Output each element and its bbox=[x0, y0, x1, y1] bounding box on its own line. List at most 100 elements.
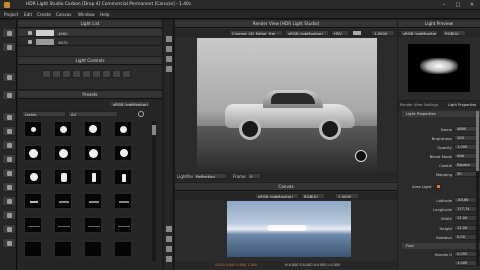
preset-thumbnail[interactable] bbox=[114, 193, 132, 209]
paint-tool-icon[interactable] bbox=[2, 90, 16, 100]
presets-scrollbar-thumb[interactable] bbox=[152, 125, 156, 135]
light-paint-select[interactable]: Reflection bbox=[193, 173, 227, 179]
tab-light-properties[interactable]: Light Properties bbox=[448, 103, 476, 107]
canvas-channel-select[interactable]: RGB(A) bbox=[301, 193, 325, 199]
minimize-button[interactable]: – bbox=[438, 1, 450, 9]
align-center-button[interactable] bbox=[52, 70, 61, 78]
light-list-item[interactable]: 4670 bbox=[18, 38, 162, 46]
canvas-panel: Canvas sRGB (rgbMonitor) RGB(A) 1.0000 0… bbox=[175, 183, 397, 270]
preset-thumbnail[interactable] bbox=[54, 217, 72, 233]
preset-flag-icon[interactable] bbox=[2, 140, 16, 150]
property-label: Rotation bbox=[436, 235, 452, 240]
preset-lights-icon[interactable] bbox=[2, 112, 16, 122]
canvas-zoom-tool-icon[interactable] bbox=[166, 236, 172, 242]
menu-help[interactable]: Help bbox=[100, 12, 110, 17]
light-list-item[interactable]: 4660 bbox=[18, 29, 162, 37]
render-mode-select[interactable]: HSV bbox=[331, 30, 349, 36]
light-widget-icon[interactable] bbox=[355, 150, 367, 162]
menu-window[interactable]: Window bbox=[78, 12, 95, 17]
canvas-fit-tool-icon[interactable] bbox=[166, 256, 172, 262]
search-icon[interactable] bbox=[138, 111, 144, 117]
preset-thumbnail[interactable] bbox=[54, 145, 72, 161]
preview-channel-select[interactable]: RGB(A) bbox=[442, 30, 466, 36]
maximize-button[interactable]: □ bbox=[452, 1, 464, 9]
pan-tool-icon[interactable] bbox=[166, 66, 172, 72]
preset-thumbnail[interactable] bbox=[114, 121, 132, 137]
rotate-button[interactable] bbox=[92, 70, 101, 78]
presets-filter-category[interactable]: All bbox=[68, 111, 118, 117]
preset-thumbnail[interactable] bbox=[114, 145, 132, 161]
render-exposure-field[interactable]: 1.0000 bbox=[371, 30, 395, 36]
preset-thumbnail[interactable] bbox=[84, 217, 102, 233]
preset-thumbnail[interactable] bbox=[54, 169, 72, 185]
fuel-section[interactable]: Fuel bbox=[402, 243, 480, 249]
camera-select[interactable]: Cinema_4D_Editor_frm bbox=[229, 30, 283, 36]
properties-scrollbar[interactable] bbox=[476, 111, 479, 266]
canvas-exposure-field[interactable]: 1.0000 bbox=[335, 193, 359, 199]
preset-thumbnail[interactable] bbox=[114, 217, 132, 233]
preset-thumbnail[interactable] bbox=[24, 169, 42, 185]
menu-project[interactable]: Project bbox=[4, 12, 18, 17]
mirror-button[interactable] bbox=[72, 70, 81, 78]
preset-thumbnail[interactable] bbox=[24, 217, 42, 233]
reset-button[interactable] bbox=[102, 70, 111, 78]
preset-thumbnail[interactable] bbox=[24, 241, 42, 257]
close-button[interactable]: ✕ bbox=[466, 1, 478, 9]
preset-thumbnail[interactable] bbox=[84, 193, 102, 209]
canvas-select-tool-icon[interactable] bbox=[166, 226, 172, 232]
light-controls-tool-icon[interactable] bbox=[2, 72, 16, 82]
preset-grid-icon[interactable] bbox=[2, 126, 16, 136]
menu-canvas[interactable]: Canvas bbox=[56, 12, 71, 17]
preview-color-space-select[interactable]: sRGB (rgbMonitor) bbox=[400, 30, 438, 36]
properties-scrollbar-thumb[interactable] bbox=[476, 111, 479, 171]
light-properties-section[interactable]: Light Properties bbox=[402, 111, 480, 117]
frame-field[interactable]: 0 bbox=[247, 173, 261, 179]
menu-create[interactable]: Create bbox=[37, 12, 51, 17]
preset-thumbnail[interactable] bbox=[24, 145, 42, 161]
car-wheel-rear bbox=[319, 118, 341, 140]
align-left-button[interactable] bbox=[42, 70, 51, 78]
render-color-space-select[interactable]: sRGB (rgbMonitor) bbox=[285, 30, 329, 36]
lock-button[interactable] bbox=[112, 70, 121, 78]
canvas-image[interactable] bbox=[227, 201, 351, 257]
select-tool-icon[interactable] bbox=[166, 36, 172, 42]
presets-scrollbar[interactable] bbox=[152, 121, 156, 261]
preset-sky-icon[interactable] bbox=[2, 168, 16, 178]
duplicate-light-tool-icon[interactable] bbox=[2, 42, 16, 52]
preset-environment-icon[interactable] bbox=[2, 224, 16, 234]
preset-thumbnail[interactable] bbox=[114, 241, 132, 257]
preset-folder-icon[interactable] bbox=[2, 238, 16, 248]
preset-gradient-icon[interactable] bbox=[2, 154, 16, 164]
preset-strip-icon[interactable] bbox=[2, 196, 16, 206]
presets-color-space[interactable]: sRGB (rgbMonitor) bbox=[110, 101, 150, 107]
presets-filter-type[interactable]: Lights bbox=[22, 111, 66, 117]
preset-thumbnail[interactable] bbox=[24, 121, 42, 137]
preset-hdri-icon[interactable] bbox=[2, 210, 16, 220]
light-controls-toolbar bbox=[42, 70, 138, 79]
render-image[interactable] bbox=[197, 38, 377, 169]
tab-render-view-settings[interactable]: Render View Settings bbox=[400, 103, 438, 107]
preset-thumbnail[interactable] bbox=[84, 169, 102, 185]
preset-thumbnail[interactable] bbox=[84, 121, 102, 137]
preset-thumbnail[interactable] bbox=[114, 169, 132, 185]
flip-button[interactable] bbox=[82, 70, 91, 78]
more-button[interactable] bbox=[122, 70, 131, 78]
zoom-tool-icon[interactable] bbox=[166, 56, 172, 62]
preset-thumbnail[interactable] bbox=[84, 241, 102, 257]
canvas-pan-tool-icon[interactable] bbox=[166, 246, 172, 252]
preset-thumbnail[interactable] bbox=[54, 193, 72, 209]
visibility-icon[interactable] bbox=[28, 31, 32, 35]
preset-softbox-icon[interactable] bbox=[2, 182, 16, 192]
brush-tool-icon[interactable] bbox=[166, 46, 172, 52]
area-light-checkbox[interactable] bbox=[436, 184, 441, 189]
align-right-button[interactable] bbox=[62, 70, 71, 78]
menu-edit[interactable]: Edit bbox=[24, 12, 32, 17]
exposure-slider-icon[interactable] bbox=[353, 31, 361, 35]
canvas-color-space-select[interactable]: sRGB (rgbMonitor) bbox=[255, 193, 299, 199]
preset-thumbnail[interactable] bbox=[84, 145, 102, 161]
preset-thumbnail[interactable] bbox=[54, 121, 72, 137]
visibility-icon[interactable] bbox=[28, 40, 32, 44]
add-light-tool-icon[interactable] bbox=[2, 28, 16, 38]
preset-thumbnail[interactable] bbox=[54, 241, 72, 257]
preset-thumbnail[interactable] bbox=[24, 193, 42, 209]
